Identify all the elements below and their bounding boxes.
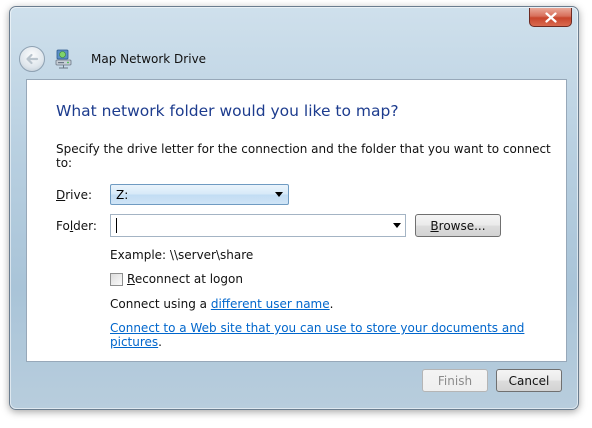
different-user-name-link[interactable]: different user name: [211, 297, 330, 311]
browse-button[interactable]: Browse...: [415, 214, 501, 237]
map-network-drive-window: Map Network Drive What network folder wo…: [9, 6, 579, 410]
close-button[interactable]: [529, 8, 572, 27]
text-caret: [116, 218, 117, 233]
reconnect-option[interactable]: Reconnect at logon: [110, 272, 243, 286]
finish-button[interactable]: Finish: [422, 369, 488, 392]
folder-combobox[interactable]: [110, 214, 406, 237]
example-text: Example: \\server\share: [110, 248, 254, 262]
dialog-header: Map Network Drive: [16, 36, 572, 79]
network-drive-icon: [55, 49, 72, 69]
close-icon: [544, 11, 557, 23]
drive-label: Drive:: [56, 188, 93, 202]
dialog-content: What network folder would you like to ma…: [26, 79, 567, 362]
reconnect-label: Reconnect at logon: [127, 272, 243, 286]
web-site-link[interactable]: Connect to a Web site that you can use t…: [110, 321, 524, 349]
window-title: Map Network Drive: [91, 52, 207, 66]
chevron-down-icon: [275, 192, 283, 197]
back-button[interactable]: [19, 46, 45, 72]
chevron-down-icon[interactable]: [393, 223, 401, 228]
cancel-button[interactable]: Cancel: [496, 369, 562, 392]
web-site-link-row: Connect to a Web site that you can use t…: [110, 321, 525, 349]
connect-using-text: Connect using a different user name.: [110, 297, 334, 311]
drive-letter-select[interactable]: Z:: [110, 184, 289, 205]
page-heading: What network folder would you like to ma…: [56, 102, 399, 120]
folder-input[interactable]: [113, 217, 385, 234]
back-arrow-icon: [26, 53, 39, 65]
instruction-text: Specify the drive letter for the connect…: [56, 142, 551, 170]
reconnect-checkbox[interactable]: [110, 272, 123, 286]
drive-letter-value: Z:: [116, 188, 129, 202]
folder-label: Folder:: [56, 219, 97, 233]
